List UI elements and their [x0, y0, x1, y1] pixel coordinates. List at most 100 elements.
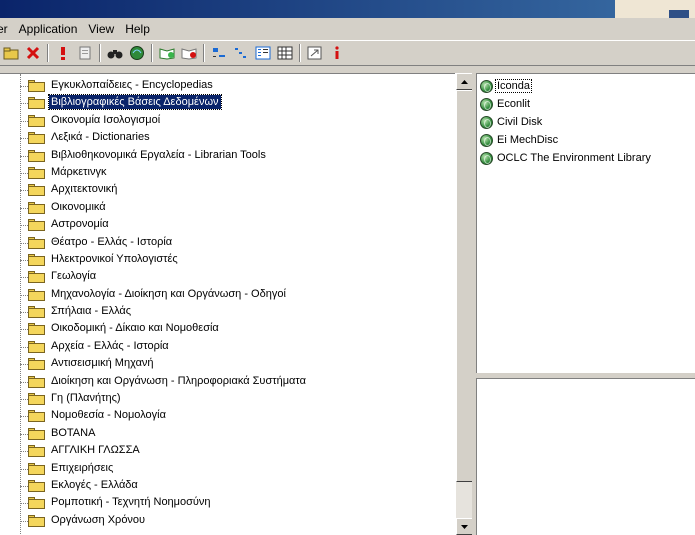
tree-item-label: Εγκυκλοπαίδειες - Encyclopedias — [51, 79, 213, 91]
export-icon[interactable] — [304, 42, 326, 64]
tree-item[interactable]: Οικονομία Ισολογισμοί — [0, 112, 452, 129]
folder-icon — [28, 271, 45, 284]
menu-item-help[interactable]: Help — [125, 22, 157, 36]
menu-item-application[interactable]: Application — [19, 22, 85, 36]
tree-item-label: ΑΓΓΛΙΚΗ ΓΛΩΣΣΑ — [51, 444, 140, 457]
grid-view-icon[interactable] — [274, 42, 296, 64]
database-item[interactable]: OCLC The Environment Library — [480, 149, 652, 167]
toolbar-separator — [99, 44, 101, 62]
globe-icon — [480, 115, 493, 129]
tree-item-label: Σπήλαια - Ελλάς — [51, 305, 132, 318]
tree-item-label: Οικονομικά — [51, 200, 106, 213]
close-book-icon[interactable] — [178, 42, 200, 64]
tree-connector — [20, 190, 28, 192]
folder-icon — [28, 340, 45, 353]
tree-item[interactable]: Βιβλιογραφικές Βάσεις Δεδομένων — [0, 94, 452, 111]
tree-item[interactable]: Μάρκετινγκ — [0, 164, 452, 181]
tree-item[interactable]: Σπήλαια - Ελλάς — [0, 303, 452, 320]
tree-connector — [20, 451, 28, 453]
tree-item[interactable]: BOTANA — [0, 425, 452, 442]
info-icon[interactable] — [326, 42, 348, 64]
tree-item[interactable]: Μηχανολογία - Διοίκηση και Οργάνωση - Οδ… — [0, 286, 452, 303]
folder-icon — [28, 497, 45, 510]
open-book-icon[interactable] — [156, 42, 178, 64]
details-pane[interactable] — [476, 378, 695, 535]
tree-connector — [20, 329, 28, 331]
tree-item[interactable]: Γεωλογία — [0, 268, 452, 285]
globe-icon — [480, 133, 493, 147]
scrollbar-thumb[interactable] — [456, 90, 473, 482]
tree-item-label: Οικοδομική - Δίκαιο και Νομοθεσία — [51, 322, 219, 335]
tree-item[interactable]: Οργάνωση Χρόνου — [0, 512, 452, 529]
toolbar-separator — [299, 44, 301, 62]
menu-item-view[interactable]: View — [88, 22, 121, 36]
toolbar — [0, 40, 695, 66]
tree-connector — [20, 207, 28, 209]
tree-item[interactable]: Επιχειρήσεις — [0, 460, 452, 477]
menu-bar: er Application View Help — [0, 18, 695, 40]
open-folder-icon[interactable] — [0, 42, 22, 64]
tree-item[interactable]: Εκλογές - Ελλάδα — [0, 477, 452, 494]
tree-item-label: Διοίκηση και Οργάνωση - Πληροφοριακά Συσ… — [51, 374, 306, 387]
tree-item[interactable]: Αρχεία - Ελλάς - Ιστορία — [0, 338, 452, 355]
category-tree-pane[interactable]: Εγκυκλοπαίδειες - Encyclopedias Βιβλιογρα… — [0, 73, 472, 535]
binoculars-icon[interactable] — [104, 42, 126, 64]
toolbar-separator — [203, 44, 205, 62]
scroll-down-arrow-icon[interactable] — [456, 518, 473, 535]
database-list-pane[interactable]: Iconda Econlit Civil Disk Ei MechDisc OCLC T… — [476, 73, 695, 373]
database-item[interactable]: Econlit — [480, 95, 652, 113]
tree-item-label: Μάρκετινγκ — [51, 165, 107, 178]
menu-item-partial[interactable]: er — [0, 22, 15, 36]
tree-item[interactable]: Διοίκηση και Οργάνωση - Πληροφοριακά Συσ… — [0, 373, 452, 390]
tree-connector — [20, 172, 28, 174]
globe-refresh-icon[interactable] — [126, 42, 148, 64]
tree-item[interactable]: Γη (Πλανήτης) — [0, 390, 452, 407]
tree-connector — [20, 346, 28, 348]
database-item[interactable]: Civil Disk — [480, 113, 652, 131]
tree-item[interactable]: Αντισεισμική Μηχανή — [0, 355, 452, 372]
folder-icon — [28, 166, 45, 179]
folder-icon — [28, 514, 45, 527]
folder-icon — [28, 410, 45, 423]
tree-item-label: Επιχειρήσεις — [51, 461, 114, 474]
folder-icon — [28, 375, 45, 388]
sort-icon[interactable] — [208, 42, 230, 64]
tree-item[interactable]: ΑΓΓΛΙΚΗ ΓΛΩΣΣΑ — [0, 442, 452, 459]
tree-vertical-scrollbar[interactable] — [455, 73, 473, 535]
window-controls[interactable] — [669, 10, 689, 18]
delete-x-icon[interactable] — [22, 42, 44, 64]
tree-item[interactable]: Αρχιτεκτονική — [0, 181, 452, 198]
tree-item[interactable]: Οικονομικά — [0, 199, 452, 216]
tree-item[interactable]: Ρομποτική - Τεχνητή Νοημοσύνη — [0, 494, 452, 511]
folder-icon — [28, 80, 45, 92]
tree-item-label: BOTANA — [51, 426, 96, 439]
tree-item-label: Αστρονομία — [51, 218, 109, 231]
tree-connector — [20, 120, 28, 122]
tree-item[interactable]: Θέατρο - Ελλάς - Ιστορία — [0, 234, 452, 251]
folder-icon — [28, 253, 45, 266]
globe-icon — [480, 79, 493, 93]
tree-view-icon[interactable] — [230, 42, 252, 64]
details-view-icon[interactable] — [252, 42, 274, 64]
tree-item[interactable]: Λεξικά - Dictionaries — [0, 129, 452, 146]
database-item-label: Civil Disk — [497, 116, 543, 128]
globe-icon — [480, 97, 493, 111]
document-icon[interactable] — [74, 42, 96, 64]
tree-item[interactable]: Νομοθεσία - Νομολογία — [0, 407, 452, 424]
exclamation-icon[interactable] — [52, 42, 74, 64]
tree-item-label: Αρχεία - Ελλάς - Ιστορία — [51, 339, 169, 352]
folder-icon — [28, 479, 45, 492]
database-item-label: Econlit — [497, 98, 531, 110]
tree-item-label: Βιβλιογραφικές Βάσεις Δεδομένων — [48, 94, 222, 111]
tree-item[interactable]: Ηλεκτρονικοί Υπολογιστές — [0, 251, 452, 268]
tree-item[interactable]: Βιβλιοθηκονομικά Εργαλεία - Librarian To… — [0, 147, 452, 164]
database-item[interactable]: Ei MechDisc — [480, 131, 652, 149]
tree-item[interactable]: Οικοδομική - Δίκαιο και Νομοθεσία — [0, 320, 452, 337]
tree-item-label: Νομοθεσία - Νομολογία — [51, 409, 166, 422]
tree-item[interactable]: Αστρονομία — [0, 216, 452, 233]
database-item-label: Ei MechDisc — [497, 134, 559, 146]
scroll-up-arrow-icon[interactable] — [456, 73, 473, 90]
category-tree: Εγκυκλοπαίδειες - Encyclopedias Βιβλιογρα… — [0, 77, 452, 529]
database-item[interactable]: Iconda — [480, 77, 652, 95]
tree-item[interactable]: Εγκυκλοπαίδειες - Encyclopedias — [0, 77, 452, 94]
